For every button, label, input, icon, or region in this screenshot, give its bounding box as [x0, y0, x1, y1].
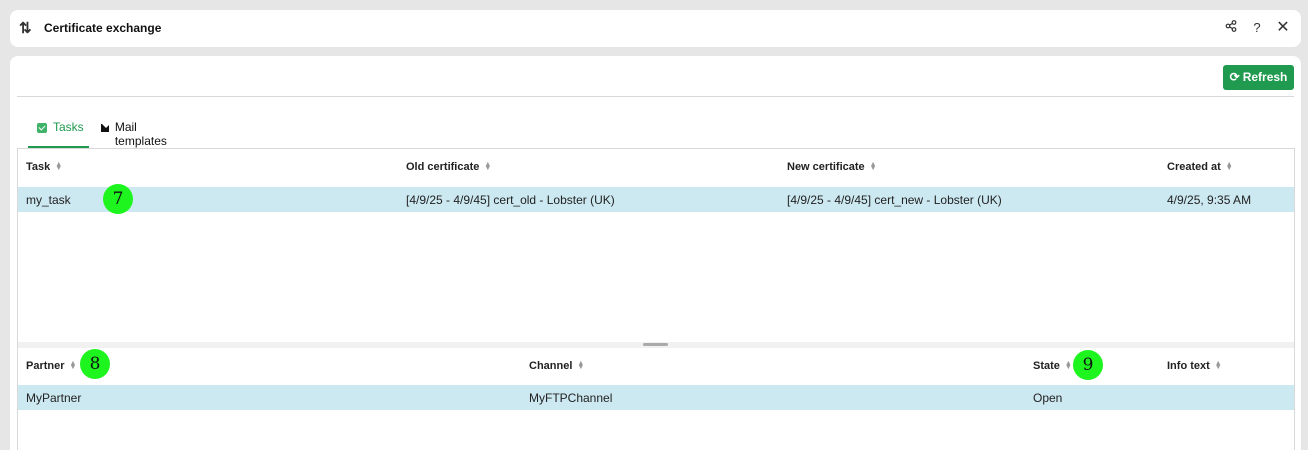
- checkbox-icon: [37, 123, 47, 133]
- cell-task: my_task: [26, 193, 71, 207]
- sort-icon: ▲ ▼: [577, 360, 585, 372]
- annotation-badge: 7: [103, 184, 133, 214]
- refresh-icon: ⟳: [1229, 70, 1240, 84]
- tab-mail-templates[interactable]: Mail templates: [100, 120, 170, 148]
- sort-icon: ▲ ▼: [55, 161, 63, 173]
- share-icon[interactable]: [1221, 18, 1241, 38]
- cell-state: Open: [1033, 391, 1063, 405]
- window-title: Certificate exchange: [44, 21, 162, 35]
- cell-old-certificate: [4/9/25 - 4/9/45] cert_old - Lobster (UK…: [406, 193, 615, 207]
- sort-icon: ▲ ▼: [1064, 360, 1072, 372]
- tab-mail-templates-label: Mail templates: [114, 120, 167, 148]
- tasks-table-header: Task ▲ ▼ Old certificate ▲ ▼ New certificate…: [18, 149, 1294, 185]
- help-button[interactable]: ?: [1247, 18, 1267, 38]
- divider: [17, 96, 1294, 97]
- column-header-old-certificate[interactable]: Old certificate ▲ ▼: [406, 161, 491, 173]
- close-button[interactable]: ✕: [1273, 18, 1293, 38]
- sort-icon: ▲ ▼: [69, 360, 77, 372]
- envelope-icon: [101, 124, 110, 132]
- tab-tasks[interactable]: Tasks: [28, 120, 89, 148]
- sort-icon: ▲ ▼: [1225, 161, 1233, 173]
- annotation-badge: 9: [1073, 350, 1103, 380]
- column-header-info-text[interactable]: Info text ▲ ▼: [1167, 360, 1222, 372]
- column-header-task[interactable]: Task ▲ ▼: [26, 161, 62, 173]
- column-header-partner[interactable]: Partner ▲ ▼: [26, 360, 76, 372]
- sort-icon: ▲ ▼: [484, 161, 492, 173]
- title-bar: ⇅ Certificate exchange ? ✕: [10, 10, 1301, 47]
- column-header-new-certificate[interactable]: New certificate ▲ ▼: [787, 161, 877, 173]
- column-header-created-at[interactable]: Created at ▲ ▼: [1167, 161, 1233, 173]
- annotation-badge: 8: [80, 349, 110, 379]
- cell-new-certificate: [4/9/25 - 4/9/45] cert_new - Lobster (UK…: [787, 193, 1002, 207]
- sort-icon: ▲ ▼: [869, 161, 877, 173]
- cell-channel: MyFTPChannel: [529, 391, 613, 405]
- table-row[interactable]: MyPartner MyFTPChannel Open: [18, 385, 1294, 410]
- cell-created-at: 4/9/25, 9:35 AM: [1167, 193, 1252, 207]
- column-header-state[interactable]: State ▲ ▼: [1033, 360, 1072, 372]
- table-row[interactable]: my_task [4/9/25 - 4/9/45] cert_old - Lob…: [18, 187, 1294, 212]
- cell-partner: MyPartner: [26, 391, 82, 405]
- main-panel: ⟳ Refresh Tasks Mail templates Task ▲ ▼ Ol…: [10, 56, 1301, 450]
- resize-handle[interactable]: [643, 343, 668, 346]
- refresh-label: Refresh: [1242, 70, 1288, 84]
- refresh-button[interactable]: ⟳ Refresh: [1223, 65, 1294, 90]
- tab-tasks-label: Tasks: [53, 120, 84, 134]
- tasks-grid: Task ▲ ▼ Old certificate ▲ ▼ New certificate…: [17, 148, 1295, 450]
- column-header-channel[interactable]: Channel ▲ ▼: [529, 360, 584, 372]
- sort-icon: ▲ ▼: [1214, 360, 1222, 372]
- swap-arrows-icon: ⇅: [19, 20, 32, 37]
